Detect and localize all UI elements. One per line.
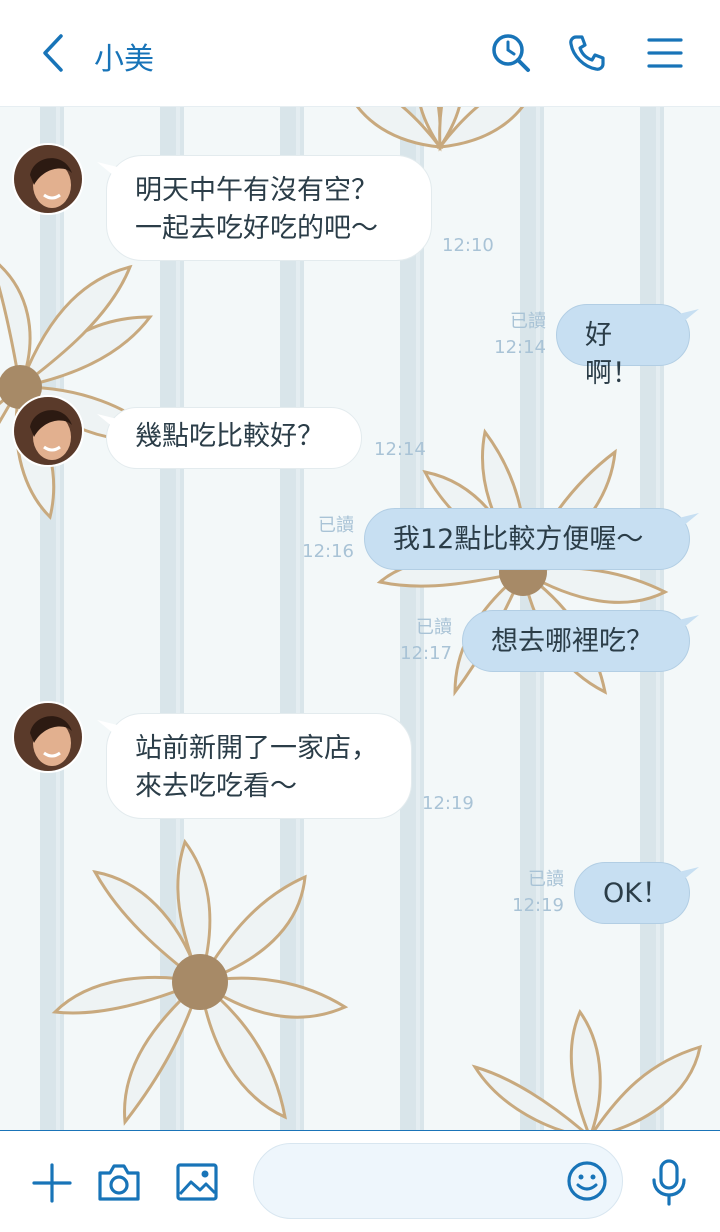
camera-icon [98,1164,140,1201]
flower-decoration-top [355,107,525,152]
emoji-button[interactable] [564,1158,610,1204]
emoji-icon [567,1161,607,1201]
message-time: 12:19 [512,895,564,916]
image-icon [176,1163,218,1201]
image-button[interactable] [172,1157,222,1207]
message-meta: 已讀 12:19 [502,867,564,919]
contact-avatar[interactable] [12,395,84,467]
message-line: 幾點吃比較好？ [135,421,324,452]
flower-decoration-bottom-left [51,838,349,1126]
message-line: 來去吃吃看～ [135,771,297,802]
message-line: 一起去吃好吃的吧～ [135,213,378,244]
message-time: 12:10 [442,235,494,256]
flower-decoration-left [0,263,164,520]
message-time: 12:19 [422,793,474,814]
microphone-button[interactable] [644,1155,694,1209]
phone-icon [569,35,605,71]
read-receipt: 已讀 [318,515,354,536]
avatar-image [14,703,82,771]
contact-avatar[interactable] [12,701,84,773]
message-time: 12:16 [302,541,354,562]
chat-header: 小美 [0,0,720,107]
call-button[interactable] [564,30,610,76]
hamburger-menu-icon [647,38,683,68]
outgoing-message[interactable]: OK！ [574,862,690,924]
read-receipt: 已讀 [528,869,564,890]
message-meta: 已讀 12:17 [390,615,452,667]
incoming-message[interactable]: 站前新開了一家店， 來去吃吃看～ [106,713,412,819]
incoming-message[interactable]: 明天中午有沒有空？ 一起去吃好吃的吧～ [106,155,432,261]
message-line: 明天中午有沒有空？ [135,175,378,206]
flower-decoration-bottom-right [471,1008,702,1130]
message-time: 12:14 [494,337,546,358]
outgoing-message[interactable]: 我12點比較方便喔～ [364,508,690,570]
search-history-button[interactable] [488,30,534,76]
message-time: 12:17 [400,643,452,664]
chevron-left-icon [43,34,63,72]
avatar-image [14,145,82,213]
message-meta: 已讀 12:14 [484,309,546,361]
outgoing-message[interactable]: 好啊！ [556,304,690,389]
menu-button[interactable] [642,30,688,76]
read-receipt: 已讀 [416,617,452,638]
contact-avatar[interactable] [12,143,84,215]
read-receipt: 已讀 [510,311,546,332]
message-meta: 已讀 12:16 [292,513,354,565]
back-button[interactable] [30,30,76,76]
incoming-message[interactable]: 幾點吃比較好？ [106,407,362,469]
microphone-icon [652,1159,686,1206]
message-composer [0,1130,720,1232]
contact-name[interactable]: 小美 [94,34,154,78]
message-line: 站前新開了一家店， [135,733,378,764]
plus-button[interactable] [28,1159,76,1207]
outgoing-message[interactable]: 想去哪裡吃？ [462,610,690,672]
chat-area[interactable]: 明天中午有沒有空？ 一起去吃好吃的吧～ 12:10 已讀 12:14 好啊！ 幾… [0,107,720,1130]
message-time: 12:14 [374,439,426,460]
search-history-icon [492,34,530,72]
plus-icon [32,1163,72,1203]
camera-button[interactable] [94,1157,144,1207]
